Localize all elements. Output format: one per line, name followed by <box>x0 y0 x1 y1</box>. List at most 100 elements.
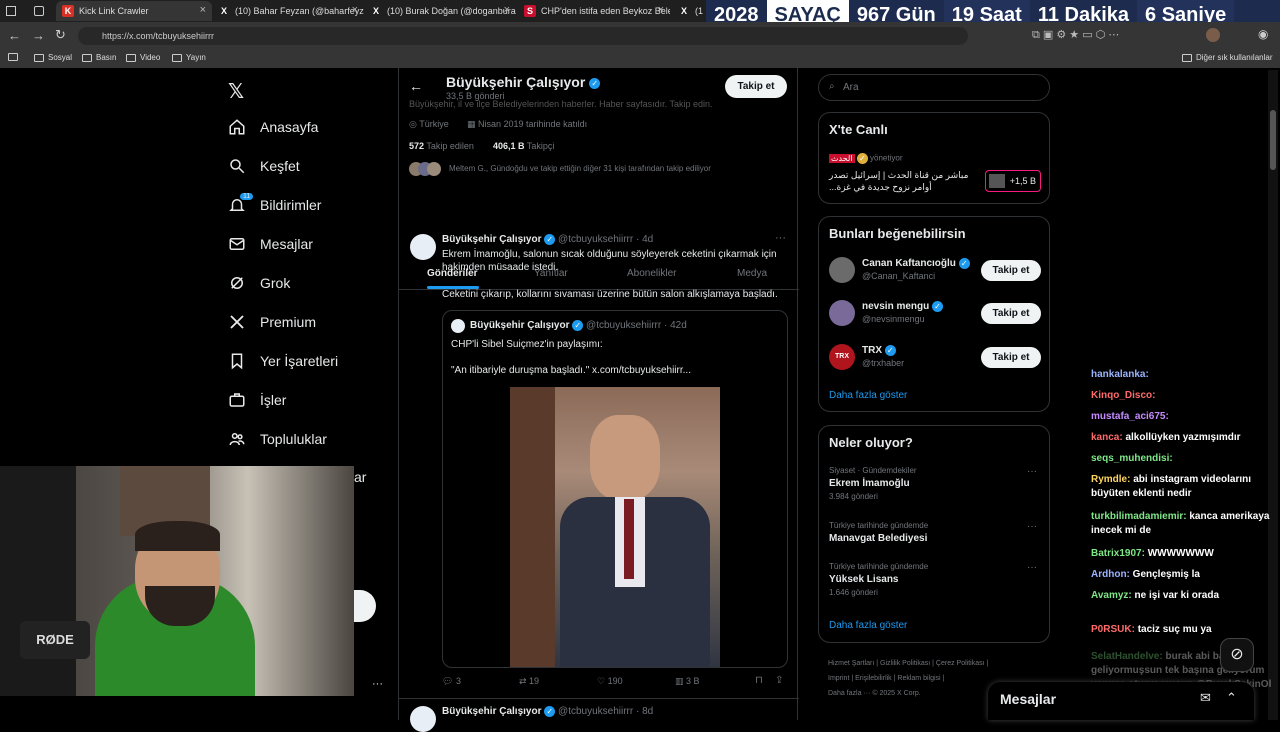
tweet-text: Ekrem İmamoğlu, salonun sıcak olduğunu s… <box>442 249 777 273</box>
more-icon[interactable]: ··· <box>1027 562 1037 573</box>
chat-username[interactable]: Ardhon: <box>1091 569 1130 580</box>
nav-item-communities[interactable]: Topluluklar <box>228 430 327 448</box>
follow-button[interactable]: Takip et <box>725 75 787 98</box>
follow-button[interactable]: Takip et <box>981 260 1041 281</box>
search-input[interactable]: ⌕ Ara <box>818 74 1050 101</box>
suggested-user[interactable]: Canan Kaftancıoğlu ✓ @Canan_Kaftanci Tak… <box>819 255 1051 295</box>
quote-photo[interactable] <box>510 387 720 667</box>
live-host[interactable]: الحدث ✓ yönetiyor <box>829 153 903 164</box>
bookmark-folder[interactable]: Basın <box>82 53 116 62</box>
copilot-icon[interactable]: ◉ <box>1258 27 1268 41</box>
footer-link[interactable]: Gizlilik Politikası <box>880 660 930 667</box>
new-message-icon[interactable]: ✉ <box>1200 690 1211 706</box>
chat-username[interactable]: Batrix1907: <box>1091 548 1145 559</box>
more-icon[interactable]: ··· <box>1027 521 1037 532</box>
close-icon[interactable]: × <box>200 4 206 16</box>
live-text[interactable]: مباشر من قناة الحدث | إسرائيل تصدر أوامر… <box>829 169 979 193</box>
footer-link[interactable]: Çerez Politikası <box>936 660 985 667</box>
footer-link[interactable]: Reklam bilgisi <box>897 675 940 682</box>
chat-username[interactable]: SelatHandelve: <box>1091 651 1163 662</box>
more-icon[interactable]: ··· <box>1027 466 1037 477</box>
live-viewers[interactable]: +1,5 B <box>985 170 1041 192</box>
browser-tab-2[interactable]: X (10) Burak Doğan (@doganbura × <box>364 1 516 21</box>
follow-button[interactable]: Takip et <box>981 303 1041 324</box>
chat-username[interactable]: kanca: <box>1091 432 1123 443</box>
footer-link[interactable]: Imprint <box>828 675 849 682</box>
forward-icon[interactable]: → <box>32 28 45 43</box>
tab-favicon: K <box>62 5 74 17</box>
x-logo-icon[interactable]: 𝕏 <box>228 79 244 104</box>
tab-actions-icon[interactable] <box>0 1 28 21</box>
reading-list-icon[interactable] <box>8 53 18 61</box>
tab-list-icon[interactable] <box>28 1 52 21</box>
url-bar[interactable]: https://x.com/tcbuyuksehiirrr <box>78 27 968 45</box>
tweet[interactable]: Büyükşehir Çalışıyor ✓ @tcbuyuksehiirrr … <box>399 224 799 694</box>
bookmark-icon[interactable]: ⊓ <box>755 675 763 686</box>
chat-username[interactable]: P0RSUK: <box>1091 624 1135 635</box>
suggested-user[interactable]: TRX TRX ✓ @trxhaber Takip et <box>819 342 1051 382</box>
account-more-icon[interactable]: ··· <box>372 678 383 690</box>
chat-text: ne işi var ki orada <box>1134 590 1220 601</box>
trend-item[interactable]: Siyaset · Gündemdekiler Ekrem İmamoğlu 3… <box>819 466 1051 506</box>
nav-item-explore[interactable]: Keşfet <box>228 157 300 175</box>
tweet[interactable]: Büyükşehir Çalışıyor ✓ @tcbuyuksehiirrr … <box>399 702 799 732</box>
chat-username[interactable]: Rymdle: <box>1091 474 1130 485</box>
bookmark-folder[interactable]: Video <box>126 53 160 62</box>
footer-link[interactable]: Erişilebilirlik <box>855 675 892 682</box>
reload-icon[interactable]: ↻ <box>55 27 66 43</box>
close-icon[interactable]: × <box>504 4 510 16</box>
nav-item-jobs[interactable]: İşler <box>228 391 286 409</box>
nav-item-grok[interactable]: Grok <box>228 274 290 292</box>
trend-item[interactable]: Türkiye tarihinde gündemde Yüksek Lisans… <box>819 562 1051 602</box>
scrollbar-thumb[interactable] <box>1270 110 1276 170</box>
chat-username[interactable]: Avamyz: <box>1091 590 1132 601</box>
footer-link[interactable]: Daha fazla ··· <box>828 690 870 697</box>
close-icon[interactable]: × <box>658 4 664 16</box>
avatar[interactable] <box>410 234 436 260</box>
chat-username[interactable]: mustafa_aci675: <box>1091 411 1169 422</box>
browser-tab-4[interactable]: X (1 <box>672 1 706 21</box>
share-icon[interactable]: ⇪ <box>775 675 783 686</box>
show-more-link[interactable]: Daha fazla göster <box>829 620 907 631</box>
chat-username[interactable]: seqs_muhendisi: <box>1091 453 1173 464</box>
folder-icon <box>34 53 44 62</box>
folder-icon <box>172 53 182 62</box>
browser-tab-1[interactable]: X (10) Bahar Feyzan (@baharfeyza × <box>212 1 364 21</box>
suggested-user[interactable]: nevsin mengu ✓ @nevsinmengu Takip et <box>819 298 1051 338</box>
like-button[interactable]: ♡ 190 <box>597 676 623 687</box>
nav-item-messages[interactable]: Mesajlar <box>228 235 313 253</box>
quote-tweet[interactable]: Büyükşehir Çalışıyor ✓ @tcbuyuksehiirrr … <box>442 310 788 668</box>
chat-username[interactable]: turkbilimadamiemir: <box>1091 511 1187 522</box>
following-count[interactable]: 572 Takip edilen <box>409 141 474 151</box>
bookmark-folder[interactable]: Yayın <box>172 53 206 62</box>
nav-item-bookmarks[interactable]: Yer İşaretleri <box>228 352 338 370</box>
verified-icon: ✓ <box>932 301 944 312</box>
browser-tab-3[interactable]: S CHP'den istifa eden Beykoz Bele × <box>518 1 670 21</box>
profile-avatar[interactable] <box>1206 28 1220 42</box>
views-button[interactable]: ▥ 3 B <box>675 676 700 687</box>
nav-item-premium[interactable]: Premium <box>228 313 316 331</box>
extensions-icon[interactable]: ⧉ ▣ ⚙ ★ ▭ ⬡ ⋯ <box>1032 28 1119 42</box>
reply-button[interactable]: 💬︎ 3 <box>442 676 461 687</box>
more-icon[interactable]: ··· <box>775 232 786 244</box>
chevron-up-icon[interactable]: ⌃ <box>1226 690 1237 706</box>
browser-tab-0[interactable]: K Kick Link Crawler × <box>56 1 212 21</box>
chat-message: Rymdle: abi instagram videolarını büyüte… <box>1091 473 1279 501</box>
footer-link[interactable]: Hizmet Şartları <box>828 660 874 667</box>
grok-icon[interactable]: ⊘ <box>1220 638 1254 672</box>
close-icon[interactable]: × <box>352 4 358 16</box>
bookmark-folder[interactable]: Sosyal <box>34 53 72 62</box>
back-icon[interactable]: ← <box>8 28 21 43</box>
chat-username[interactable]: hankalanka: <box>1091 369 1149 380</box>
back-arrow-icon[interactable]: ← <box>409 78 423 94</box>
followers-count[interactable]: 406,1 B Takipçi <box>493 141 554 151</box>
other-bookmarks[interactable]: Diğer sık kullanılanlar <box>1182 53 1272 62</box>
messages-drawer[interactable]: Mesajlar ✉ ⌃ <box>988 682 1254 720</box>
show-more-link[interactable]: Daha fazla göster <box>829 390 907 401</box>
retweet-button[interactable]: ⇄ 19 <box>519 676 539 687</box>
nav-item-notifications[interactable]: 11 Bildirimler <box>228 193 321 214</box>
trend-item[interactable]: Türkiye tarihinde gündemde Manavgat Bele… <box>819 521 1051 555</box>
chat-username[interactable]: Kinqo_Disco: <box>1091 390 1155 401</box>
nav-item-home[interactable]: Anasayfa <box>228 118 318 136</box>
follow-button[interactable]: Takip et <box>981 347 1041 368</box>
